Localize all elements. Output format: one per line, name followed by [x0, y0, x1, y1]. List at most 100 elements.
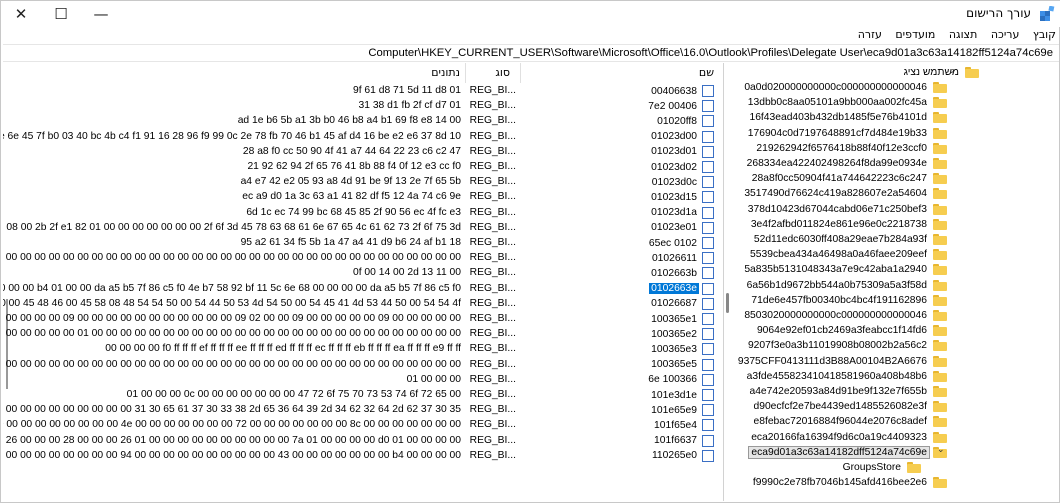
tree-item[interactable]: 9375CFF0413111d3B88A00104B2A6676 — [736, 354, 947, 369]
tree-item[interactable]: d90ecfcf2e7be4439ed1485526082e3f — [752, 399, 947, 414]
tree-item[interactable]: eca20166fa16394f9d6c0a19c4409323 — [749, 430, 947, 445]
tree-item[interactable]: 5a835b5131048343a7e9c42aba1a2940 — [742, 262, 947, 277]
folder-icon — [933, 340, 947, 352]
value-row[interactable]: 01023d15 REG_BI... ec a9 d0 1a 3c 63 a1 41… — [3, 191, 722, 206]
tree-item[interactable]: 0a0d020000000000c000000000000046 — [742, 80, 947, 95]
value-data: 71 de 6e 45 7f b0 03 40 bc 4b c4 f1 91 1… — [3, 130, 461, 142]
tree-item[interactable]: 3e4f2afbd011824e861e96e0c2218738 — [749, 217, 947, 232]
value-row[interactable]: 0102 65ec REG_BI... 95 a2 61 34 f5 5b 1a 4… — [3, 237, 722, 252]
value-type: REG_BI... — [469, 328, 516, 340]
value-name-text: 01023d00 — [651, 131, 697, 143]
tree-item[interactable]: 28a8f0cc50904f41a744642223c6c247 — [750, 171, 947, 186]
column-header-name[interactable]: שם — [699, 63, 714, 83]
value-row[interactable]: 0102663e REG_BI... 01 00 00 00 02 00 00 00… — [3, 282, 722, 298]
menu-edit[interactable]: עריכה — [986, 28, 1025, 41]
value-name-text: 101f6637 — [654, 435, 697, 447]
column-divider[interactable] — [520, 63, 521, 83]
column-divider[interactable] — [465, 63, 466, 83]
address-bar[interactable]: Computer\HKEY_CURRENT_USER\Software\Micr… — [3, 44, 1059, 62]
value-row[interactable]: 100365e5 REG_BI... 00 00 00 00 00 00 00 00… — [3, 358, 722, 374]
value-row[interactable]: 00406638 REG_BI... 9f 61 d8 71 5d 11 d8 01 — [3, 85, 722, 100]
value-row[interactable]: 101f6637 REG_BI... 04 00 00 00 24 00 00 00… — [3, 434, 722, 450]
tree-root-node[interactable]: משתמש נציג — [902, 65, 979, 80]
tree-item[interactable]: 268334ea422402498264f8da99e0934e — [745, 156, 947, 171]
value-row[interactable]: 01023d02 REG_BI... 21 92 62 94 2f 65 76 41… — [3, 161, 722, 176]
value-row[interactable]: 0102663b REG_BI... 0f 00 14 00 2d 13 11 00 — [3, 267, 722, 282]
column-header-type[interactable]: סוג — [495, 63, 510, 83]
tree-item[interactable]: f9990c2e78fb7046b145afd416bee2e6 — [751, 475, 947, 490]
menu-help[interactable]: עזרה — [853, 28, 887, 41]
tree-item[interactable]: 8503020000000000c000000000000046 — [742, 308, 947, 323]
value-name: 01023d1a — [649, 206, 714, 219]
value-row[interactable]: 100365e1 REG_BI... 09 00 00 00 0b 00 00 00… — [3, 313, 722, 328]
tree-scrollbar[interactable] — [1046, 63, 1057, 501]
value-name: 01023d0c — [650, 176, 714, 189]
tree-item[interactable]: GroupsStore — [841, 460, 921, 475]
binary-value-icon — [702, 267, 714, 280]
value-name-text: 100365e2 — [651, 328, 697, 340]
tree-item[interactable]: 378d10423d67044cabd06e71c250bef3 — [746, 202, 947, 217]
tree-horizontal-scrollbar[interactable] — [724, 491, 1057, 501]
tree-item-label: 28a8f0cc50904f41a744642223c6c247 — [751, 173, 927, 185]
column-header-data[interactable]: נתונים — [431, 63, 460, 83]
value-row[interactable]: 101f65e4 REG_BI... 09 00 00 00 4c 00 00 00… — [3, 419, 722, 434]
value-row[interactable]: 01023d00 REG_BI... 71 de 6e 45 7f b0 03 40… — [3, 130, 722, 146]
value-row[interactable]: 01023d01 REG_BI... 28 a8 f0 cc 50 90 4f 41… — [3, 145, 722, 161]
value-name: 0102663b — [649, 267, 714, 280]
menu-view[interactable]: תצוגה — [944, 28, 982, 41]
value-row[interactable]: 100366 6e REG_BI... 01 00 00 00 — [3, 373, 722, 389]
binary-value-icon — [702, 389, 714, 401]
chevron-down-icon[interactable]: ⌄ — [948, 66, 956, 76]
tree-item[interactable]: 52d11edc6030ff408a29eae7b284a93f — [752, 232, 947, 247]
value-row[interactable]: 110265e0 REG_BI... 09 00 00 00 1e 00 00 00… — [3, 449, 722, 465]
value-row[interactable]: 01020ff8 REG_BI... ad 1e b6 5b a1 3b b0 46… — [3, 115, 722, 130]
binary-value-icon — [702, 358, 714, 371]
minimize-icon[interactable]: — — [81, 1, 121, 27]
tree-item[interactable]: 6a56b1d9672bb544a0b75309a5a3f58d — [745, 278, 947, 293]
tree-item[interactable]: 9207f3e0a3b11019908b08002b2a56c2 — [746, 338, 947, 353]
value-type: REG_BI... — [469, 221, 516, 233]
tree-item[interactable]: a4e742e20593a84d91be9f132e7f655b — [747, 384, 947, 399]
folder-icon — [933, 325, 947, 337]
tree-item[interactable]: 9064e92ef01cb2469a3feabcc1f14fd6 — [755, 323, 947, 338]
value-row[interactable]: 100365e2 REG_BI... 09 00 00 00 00 00 00 00… — [3, 328, 722, 343]
value-row[interactable]: 01023e01 REG_BI... 00 00 00 00 dc a7 40 c8… — [3, 221, 722, 237]
tree-item[interactable]: e8febac72016884f96044e2076c8adef — [752, 414, 947, 429]
value-type: REG_BI... — [469, 434, 516, 446]
value-row[interactable]: 100365e3 REG_BI... 00 00 00 00 f0 ff ff ff… — [3, 343, 722, 358]
tree-item-label: 5539cbea434a46498a0a46faee209eef — [750, 249, 927, 261]
menu-favorites[interactable]: מועדפים — [890, 28, 940, 41]
tree-item[interactable]: 16f43ead403b432db1485f5e76b4101d — [747, 110, 947, 125]
value-row[interactable]: 01026611 REG_BI... 08 00 00 00 00 00 00 00… — [3, 252, 722, 267]
tree-item[interactable]: eca9d01a3c63a14182dff5124a74c69e — [748, 445, 947, 460]
value-data: 09 00 00 00 4c 00 00 00 00 00 00 00 00 0… — [3, 419, 461, 431]
value-row[interactable]: 101e65e9 REG_BI... 01 00 00 00 0c 00 00 00… — [3, 404, 722, 419]
value-row[interactable]: 01026687 REG_BI... 08 00 30 00 45 48 46 00… — [3, 297, 722, 313]
tree-item-label: 13dbb0c8aa05101a9bb000aa002fc45a — [747, 97, 927, 109]
folder-icon — [933, 386, 947, 397]
folder-icon — [933, 401, 947, 413]
value-name: 00406638 — [649, 85, 714, 97]
tree-item[interactable]: 5539cbea434a46498a0a46faee209eef — [748, 247, 947, 262]
tree-item[interactable]: 219262942f6576418b88f40f12e3ccf0 — [754, 141, 947, 156]
chevron-down-icon[interactable]: ⌄ — [937, 445, 945, 455]
value-name-text: 0102663e — [649, 283, 699, 295]
value-name-text: 01023d01 — [651, 146, 697, 158]
tree-item[interactable]: a3fde455823410418581960a408b48b6 — [745, 369, 947, 384]
value-row[interactable]: 01023d0c REG_BI... a4 e7 42 e2 05 93 a8 4d… — [3, 176, 722, 191]
tree-item[interactable]: 71de6e457fb00340bc4bc4f191162896 — [749, 293, 947, 308]
value-row[interactable]: 101e3d1e REG_BI... 01 00 00 00 0c 00 00 00… — [3, 389, 722, 404]
value-row[interactable]: 00406 7e2 REG_BI... 31 38 d1 fb 2f cf d7 0… — [3, 100, 722, 115]
tree-item[interactable]: 176904c0d7197648891cf7d484e19b33 — [746, 126, 947, 141]
binary-value-icon — [702, 434, 714, 447]
app-title: עורך הרישום — [966, 6, 1031, 20]
value-name: 01026687 — [649, 297, 714, 310]
tree-item[interactable]: 13dbb0c8aa05101a9bb000aa002fc45a — [746, 95, 947, 110]
close-icon[interactable]: ✕ — [1, 1, 41, 27]
tree-item[interactable]: 3517490d76624c419a828607e2a54604 — [742, 186, 947, 201]
folder-icon — [933, 310, 947, 321]
menu-file[interactable]: קובץ — [1028, 28, 1060, 41]
value-data: 31 38 d1 fb 2f cf d7 01 — [358, 100, 461, 112]
value-row[interactable]: 01023d1a REG_BI... 6d 1c ec 74 99 bc 68 45… — [3, 206, 722, 222]
maximize-icon[interactable]: ☐ — [41, 1, 81, 27]
